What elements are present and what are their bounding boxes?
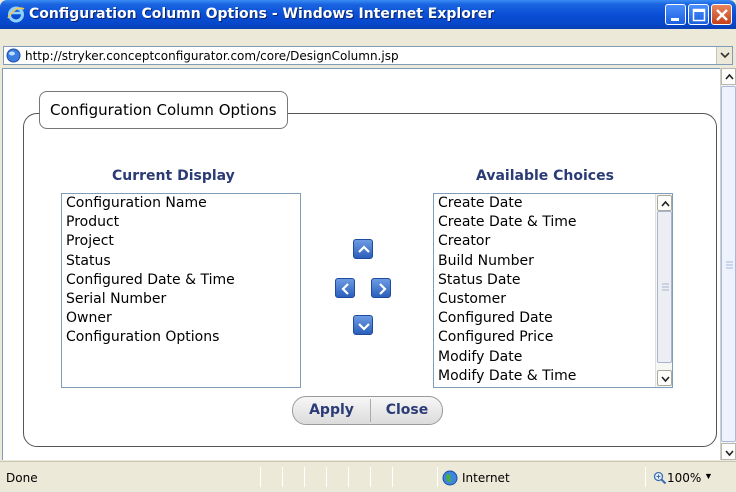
list-item[interactable]: Configured Date [434, 309, 672, 328]
title-bar: Configuration Column Options - Windows I… [0, 0, 736, 29]
page-icon [6, 48, 21, 63]
zoom-icon[interactable] [653, 471, 667, 485]
chevron-left-icon [341, 283, 349, 295]
list-item[interactable]: Configured Date & Time [62, 271, 300, 290]
maximize-icon [692, 8, 706, 22]
action-button-group: Apply Close [292, 396, 443, 425]
move-right-button[interactable] [371, 278, 391, 298]
move-down-button[interactable] [353, 315, 373, 335]
zoom-dropdown-icon[interactable]: ▼ [704, 471, 713, 481]
page-scroll-down-button[interactable] [721, 443, 736, 460]
fieldset-legend: Configuration Column Options [39, 91, 288, 129]
list-item[interactable]: Project [62, 232, 300, 251]
chevron-down-icon [661, 376, 670, 383]
page-scroll-up-button[interactable] [721, 68, 736, 85]
list-item[interactable]: Modify Date & Time [434, 367, 672, 386]
list-item[interactable]: Configuration Options [62, 328, 300, 347]
available-choices-list[interactable]: Create Date Create Date & Time Creator Buil… [433, 193, 673, 388]
list-item[interactable]: Product [62, 213, 300, 232]
status-divider [392, 467, 393, 487]
list-item[interactable]: Build Number [434, 252, 672, 271]
available-list-scrollbar[interactable] [655, 194, 672, 387]
status-bar: Done Internet 100% ▼ [0, 461, 736, 492]
current-display-list[interactable]: Configuration Name Product Project Status Co… [61, 193, 301, 388]
ie-logo-icon [7, 6, 25, 23]
status-divider [304, 467, 305, 487]
list-item[interactable]: Customer [434, 290, 672, 309]
address-dropdown-button[interactable] [716, 47, 732, 64]
move-up-button[interactable] [353, 239, 373, 259]
minimize-icon [671, 18, 679, 21]
close-window-button[interactable] [711, 4, 732, 25]
available-choices-heading: Available Choices [476, 168, 614, 184]
chevron-up-icon [358, 245, 370, 253]
chevron-up-icon [661, 200, 670, 207]
list-scroll-thumb[interactable] [657, 211, 672, 363]
list-scroll-up-button[interactable] [657, 195, 672, 211]
minimize-button[interactable] [665, 4, 686, 25]
close-button[interactable]: Close [371, 397, 442, 424]
address-bar[interactable]: http://stryker.conceptconfigurator.com/c… [3, 46, 733, 65]
move-left-button[interactable] [335, 278, 355, 298]
list-item[interactable]: Status [62, 252, 300, 271]
status-divider [282, 467, 283, 487]
list-item[interactable]: Configured Price [434, 328, 672, 347]
maximize-button[interactable] [688, 4, 709, 25]
chevron-right-icon [379, 283, 387, 295]
list-item[interactable]: Status Date [434, 271, 672, 290]
status-divider [348, 467, 349, 487]
status-divider [645, 467, 646, 487]
address-strip [0, 29, 736, 46]
current-display-heading: Current Display [112, 168, 235, 184]
status-divider [370, 467, 371, 487]
security-zone-text: Internet [462, 471, 510, 485]
list-item[interactable]: Create Date & Time [434, 213, 672, 232]
page-scrollbar[interactable] [720, 68, 736, 460]
list-item[interactable]: Creator [434, 232, 672, 251]
list-item[interactable]: Configuration Name [62, 194, 300, 213]
status-divider [260, 467, 261, 487]
url-text: http://stryker.conceptconfigurator.com/c… [25, 49, 399, 63]
list-item[interactable]: Owner [62, 309, 300, 328]
chevron-up-icon [725, 73, 734, 80]
status-text: Done [6, 471, 38, 485]
grip-icon [662, 283, 669, 291]
chevron-down-icon [720, 52, 730, 59]
status-divider [326, 467, 327, 487]
page-content: Configuration Column Options Current Dis… [2, 68, 720, 460]
grip-icon [726, 261, 733, 269]
page-scroll-thumb[interactable] [721, 86, 736, 442]
status-divider [437, 467, 438, 487]
zoom-level[interactable]: 100% [667, 471, 701, 485]
list-item[interactable]: Create Date [434, 194, 672, 213]
close-icon [716, 9, 728, 21]
list-item[interactable]: Serial Number [62, 290, 300, 309]
chevron-down-icon [725, 450, 734, 457]
list-item[interactable]: Modify Date [434, 348, 672, 367]
apply-button[interactable]: Apply [293, 397, 370, 424]
window-title: Configuration Column Options - Windows I… [29, 6, 495, 22]
list-scroll-down-button[interactable] [657, 370, 672, 386]
chevron-down-icon [358, 323, 370, 331]
internet-globe-icon [442, 470, 458, 486]
